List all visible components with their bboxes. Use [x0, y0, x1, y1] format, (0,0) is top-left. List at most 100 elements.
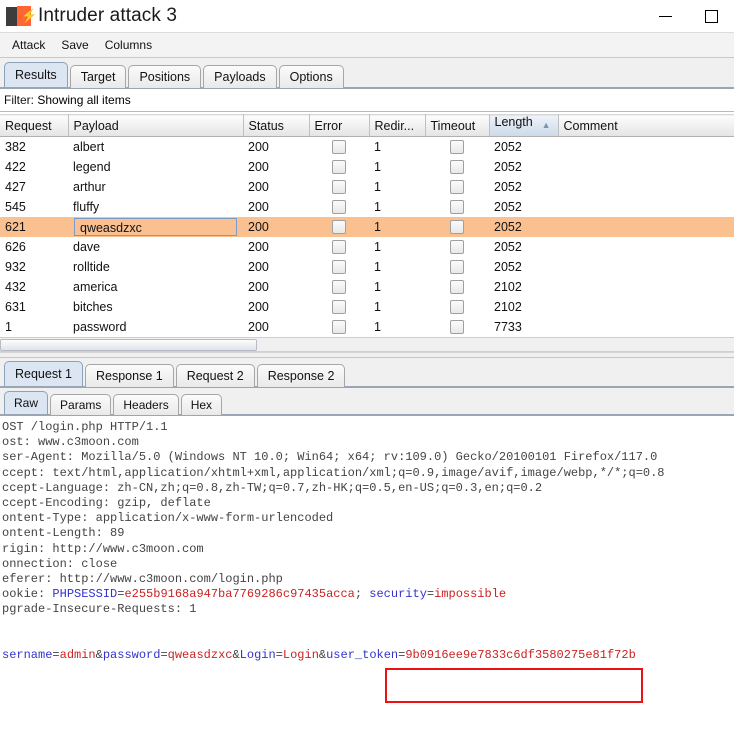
- menu-attack[interactable]: Attack: [5, 36, 52, 54]
- cell-status: 200: [248, 180, 269, 194]
- checkbox-icon[interactable]: [332, 300, 346, 315]
- table-row[interactable]: 1 password 200 1 7733: [0, 317, 734, 337]
- table-row[interactable]: 432 america 200 1 2102: [0, 277, 734, 297]
- scrollbar-thumb[interactable]: [0, 339, 257, 351]
- column-header-comment[interactable]: Comment: [558, 114, 734, 137]
- checkbox-icon[interactable]: [450, 140, 464, 155]
- cell-error-checkbox[interactable]: [309, 157, 369, 177]
- checkbox-icon[interactable]: [332, 160, 346, 175]
- tab-response-1[interactable]: Response 1: [84, 364, 174, 387]
- cell-error-checkbox[interactable]: [309, 297, 369, 317]
- cell-request: 626: [5, 240, 26, 254]
- cell-length: 2052: [489, 217, 558, 237]
- subtab-hex[interactable]: Hex: [180, 394, 223, 415]
- checkbox-icon[interactable]: [450, 200, 464, 215]
- checkbox-icon[interactable]: [450, 280, 464, 295]
- column-header-payload[interactable]: Payload: [68, 114, 244, 137]
- cell-error-checkbox[interactable]: [309, 197, 369, 217]
- cell-error-checkbox[interactable]: [309, 257, 369, 277]
- cell-timeout-checkbox[interactable]: [425, 257, 489, 277]
- checkbox-icon[interactable]: [332, 280, 346, 295]
- tab-request-1[interactable]: Request 1: [4, 361, 83, 386]
- cell-timeout-checkbox[interactable]: [425, 197, 489, 217]
- tab-payloads[interactable]: Payloads: [203, 65, 277, 88]
- cell-timeout-checkbox[interactable]: [425, 317, 489, 337]
- cell-status: 200: [248, 160, 269, 174]
- subtab-headers[interactable]: Headers: [113, 394, 179, 415]
- checkbox-icon[interactable]: [332, 140, 346, 155]
- raw-text-line: ost: www.c3moon.com: [2, 435, 139, 450]
- column-header-timeout[interactable]: Timeout: [425, 114, 490, 137]
- checkbox-icon[interactable]: [332, 200, 346, 215]
- checkbox-icon[interactable]: [450, 220, 464, 235]
- menu-columns[interactable]: Columns: [98, 36, 159, 54]
- cell-comment: [558, 217, 734, 237]
- checkbox-icon[interactable]: [332, 320, 346, 335]
- cell-error-checkbox[interactable]: [309, 177, 369, 197]
- table-row[interactable]: 422 legend 200 1 2052: [0, 157, 734, 177]
- checkbox-icon[interactable]: [450, 240, 464, 255]
- table-row[interactable]: 626 dave 200 1 2052: [0, 237, 734, 257]
- menu-bar: Attack Save Columns: [0, 32, 734, 58]
- column-header-request[interactable]: Request: [0, 114, 69, 137]
- checkbox-icon[interactable]: [450, 260, 464, 275]
- subtab-params[interactable]: Params: [50, 394, 112, 415]
- table-row[interactable]: 932 rolltide 200 1 2052: [0, 257, 734, 277]
- cell-timeout-checkbox[interactable]: [425, 297, 489, 317]
- subtab-raw[interactable]: Raw: [4, 391, 49, 414]
- table-row[interactable]: 427 arthur 200 1 2052: [0, 177, 734, 197]
- checkbox-icon[interactable]: [450, 160, 464, 175]
- cell-timeout-checkbox[interactable]: [425, 277, 489, 297]
- tab-results[interactable]: Results: [4, 62, 68, 87]
- column-header-redirect[interactable]: Redir...: [369, 114, 426, 137]
- column-header-status[interactable]: Status: [243, 114, 310, 137]
- checkbox-icon[interactable]: [450, 180, 464, 195]
- cell-redirect: 1: [374, 260, 381, 274]
- cell-error-checkbox[interactable]: [309, 237, 369, 257]
- cell-status: 200: [248, 140, 269, 154]
- results-horizontal-scrollbar[interactable]: [0, 337, 734, 352]
- cell-payload[interactable]: qweasdzxc: [68, 217, 243, 237]
- checkbox-icon[interactable]: [332, 180, 346, 195]
- cell-error-checkbox[interactable]: [309, 317, 369, 337]
- cell-timeout-checkbox[interactable]: [425, 237, 489, 257]
- cell-error-checkbox[interactable]: [309, 137, 369, 158]
- tab-positions[interactable]: Positions: [128, 65, 202, 88]
- table-row[interactable]: 545 fluffy 200 1 2052: [0, 197, 734, 217]
- checkbox-icon[interactable]: [332, 260, 346, 275]
- checkbox-icon[interactable]: [332, 220, 346, 235]
- cell-comment: [558, 197, 734, 217]
- table-header-row: Request Payload Status Error Redir... Ti…: [0, 114, 734, 137]
- window-controls: [642, 0, 734, 32]
- table-row[interactable]: 382 albert 200 1 2052: [0, 137, 734, 158]
- cell-timeout-checkbox[interactable]: [425, 177, 489, 197]
- minimize-button[interactable]: [642, 0, 688, 32]
- message-subtab-strip: Raw Params Headers Hex: [0, 388, 734, 416]
- table-row[interactable]: 621 qweasdzxc 200 1 2052: [0, 217, 734, 237]
- cell-payload: albert: [73, 140, 105, 154]
- cell-error-checkbox[interactable]: [309, 217, 369, 237]
- cell-timeout-checkbox[interactable]: [425, 137, 489, 158]
- tab-response-2[interactable]: Response 2: [256, 364, 346, 387]
- filter-bar[interactable]: Filter: Showing all items: [0, 89, 734, 112]
- checkbox-icon[interactable]: [332, 240, 346, 255]
- cell-error-checkbox[interactable]: [309, 277, 369, 297]
- cell-timeout-checkbox[interactable]: [425, 157, 489, 177]
- table-row[interactable]: 631 bitches 200 1 2102: [0, 297, 734, 317]
- tab-target[interactable]: Target: [69, 65, 127, 88]
- raw-text-line: OST /login.php HTTP/1.1: [2, 420, 168, 434]
- cell-timeout-checkbox[interactable]: [425, 217, 489, 237]
- column-header-error[interactable]: Error: [309, 114, 370, 137]
- raw-text-line: rigin: http://www.c3moon.com: [2, 541, 204, 556]
- maximize-button[interactable]: [688, 0, 734, 32]
- checkbox-icon[interactable]: [450, 320, 464, 335]
- checkbox-icon[interactable]: [450, 300, 464, 315]
- menu-save[interactable]: Save: [54, 36, 95, 54]
- raw-request-editor[interactable]: OST /login.php HTTP/1.1 ost: www.c3moon.c…: [0, 416, 734, 670]
- column-header-length[interactable]: ▲ Length: [489, 114, 559, 137]
- tab-options[interactable]: Options: [278, 65, 344, 88]
- raw-cookie-line: ookie: PHPSESSID=e255b9168a947ba7769286c…: [2, 587, 507, 602]
- tab-request-2[interactable]: Request 2: [175, 364, 255, 387]
- cell-redirect: 1: [374, 180, 381, 194]
- raw-text-line: ccept-Encoding: gzip, deflate: [2, 496, 211, 511]
